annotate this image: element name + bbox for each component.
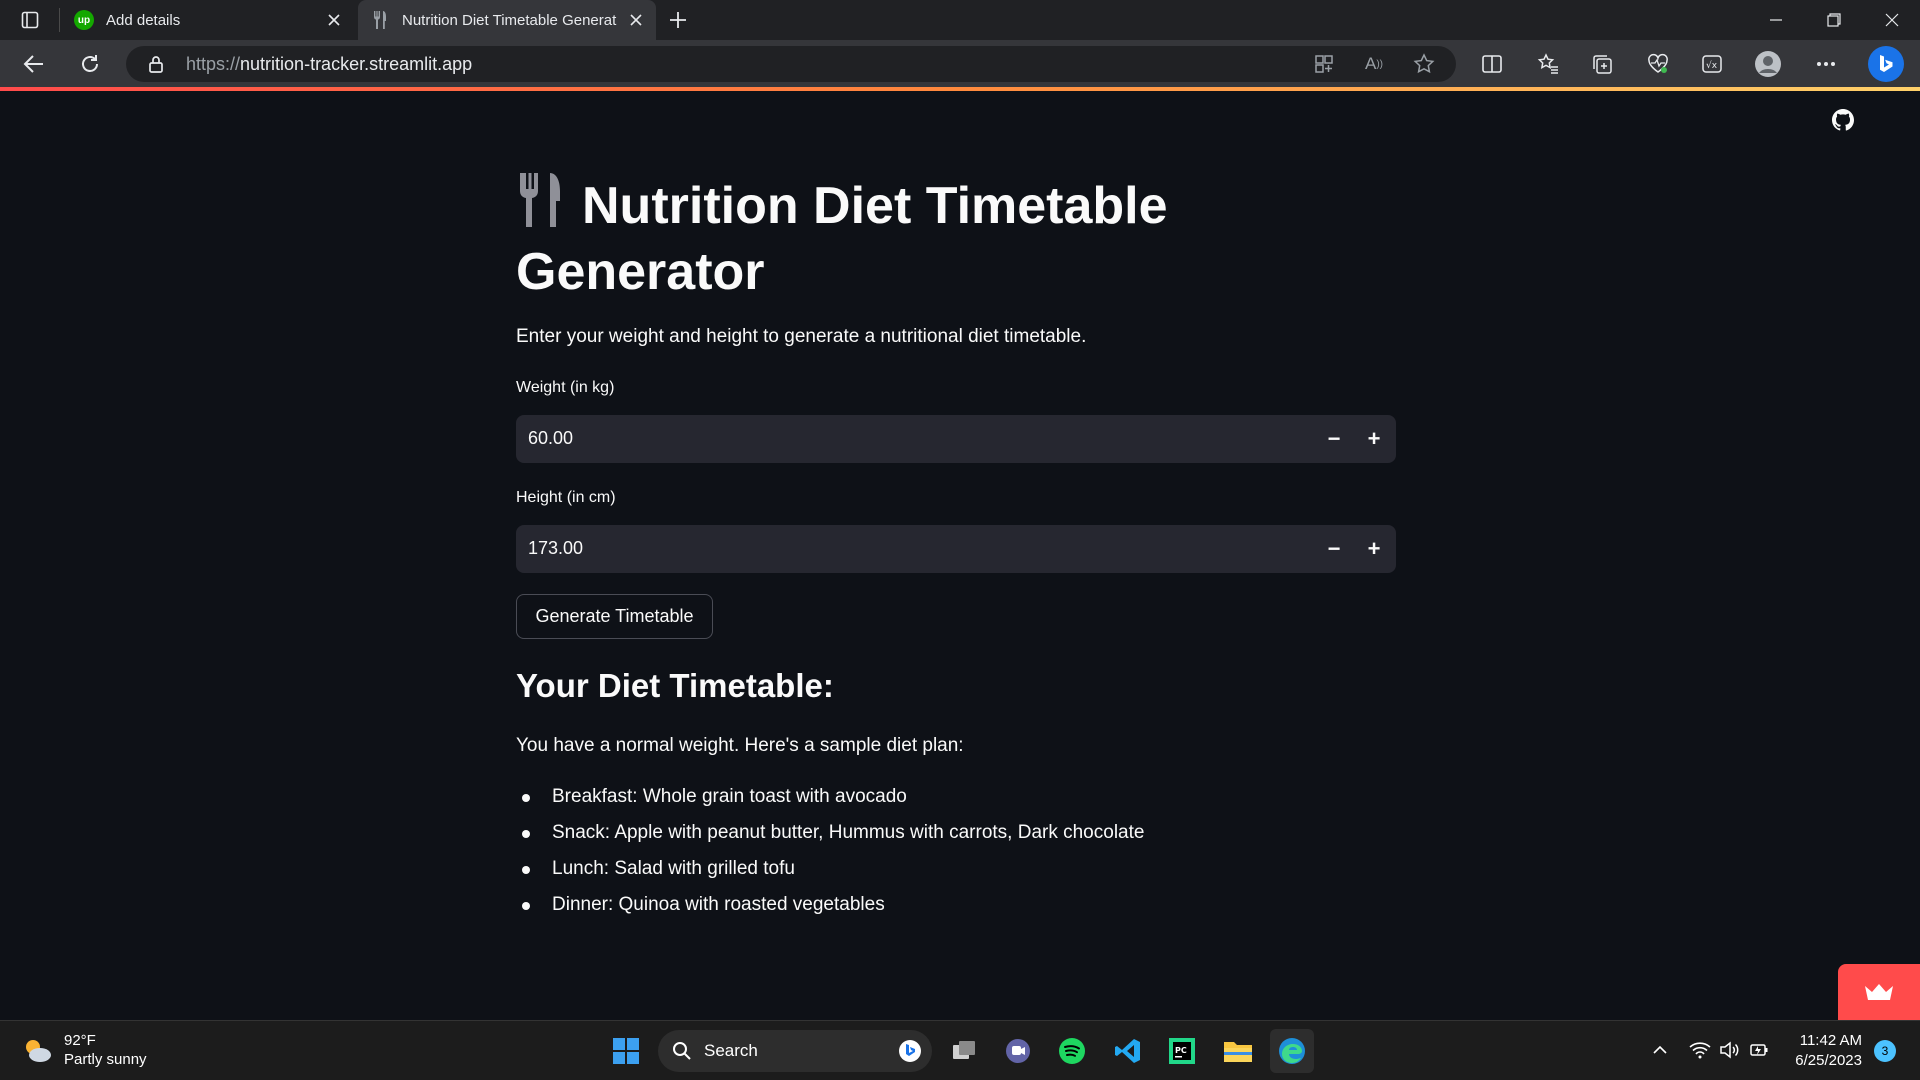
- page-title-text: Nutrition Diet Timetable Generator: [516, 177, 1168, 301]
- bullet: [522, 794, 530, 802]
- close-icon[interactable]: [320, 6, 348, 34]
- fork-knife-icon: [370, 10, 390, 30]
- height-label: Height (in cm): [516, 489, 616, 506]
- bullet: [522, 830, 530, 838]
- clock-time: 11:42 AM: [1799, 1032, 1862, 1049]
- weight-increment-button[interactable]: +: [1354, 415, 1394, 463]
- back-button[interactable]: [18, 48, 50, 80]
- page-title: Nutrition Diet Timetable Generator: [516, 171, 1276, 305]
- address-toolbar: https://nutrition-tracker.streamlit.app …: [0, 40, 1920, 88]
- fork-knife-icon: [516, 171, 572, 229]
- profile-avatar-icon[interactable]: [1754, 50, 1782, 78]
- weight-value[interactable]: 60.00: [528, 428, 573, 449]
- task-view-icon[interactable]: [942, 1029, 986, 1073]
- read-aloud-icon[interactable]: A)): [1362, 52, 1386, 76]
- list-item: Snack: Apple with peanut butter, Hummus …: [516, 821, 1144, 857]
- github-icon[interactable]: [1832, 109, 1855, 131]
- weight-label: Weight (in kg): [516, 379, 615, 396]
- tab-add-details[interactable]: up Add details: [62, 0, 354, 40]
- svg-text:PC: PC: [1175, 1046, 1187, 1055]
- result-heading: Your Diet Timetable:: [516, 667, 834, 704]
- weather-widget[interactable]: 92°F Partly sunny: [20, 1031, 147, 1069]
- tab-separator: [59, 8, 60, 32]
- search-icon: [672, 1041, 692, 1061]
- meal-list: Breakfast: Whole grain toast with avocad…: [516, 785, 1144, 929]
- weight-input[interactable]: 60.00 − +: [516, 415, 1396, 463]
- volume-icon[interactable]: [1716, 1036, 1744, 1064]
- spotify-icon[interactable]: [1050, 1029, 1094, 1073]
- tab-title: Add details: [106, 11, 181, 29]
- taskbar-search[interactable]: Search: [658, 1030, 932, 1072]
- bing-icon[interactable]: [898, 1039, 922, 1063]
- more-options-icon[interactable]: [1812, 50, 1840, 78]
- streamlit-app: Nutrition Diet Timetable Generator Enter…: [0, 91, 1920, 1020]
- app-available-icon[interactable]: [1312, 52, 1336, 76]
- math-solver-icon[interactable]: √x: [1698, 50, 1726, 78]
- collections-icon[interactable]: [1588, 50, 1616, 78]
- list-item: Lunch: Salad with grilled tofu: [516, 857, 1144, 893]
- generate-timetable-button[interactable]: Generate Timetable: [516, 594, 713, 639]
- url-bar[interactable]: https://nutrition-tracker.streamlit.app …: [126, 46, 1456, 82]
- search-placeholder: Search: [704, 1041, 758, 1060]
- list-item: Dinner: Quinoa with roasted vegetables: [516, 893, 1144, 929]
- new-tab-button[interactable]: [664, 6, 692, 34]
- windows-taskbar: 92°F Partly sunny Search PC 11:42 AM 6/2…: [0, 1020, 1920, 1080]
- meal-text: Dinner: Quinoa with roasted vegetables: [552, 894, 885, 915]
- meal-text: Snack: Apple with peanut butter, Hummus …: [552, 822, 1145, 843]
- bullet: [522, 866, 530, 874]
- clock-date: 6/25/2023: [1795, 1052, 1862, 1069]
- favorites-icon[interactable]: [1534, 50, 1562, 78]
- streamlit-crown-icon[interactable]: [1838, 964, 1920, 1020]
- list-item: Breakfast: Whole grain toast with avocad…: [516, 785, 1144, 821]
- tab-title: Nutrition Diet Timetable Generat: [402, 11, 617, 29]
- refresh-button[interactable]: [74, 48, 106, 80]
- browser-tab-bar: up Add details Nutrition Diet Timetable …: [0, 0, 1920, 40]
- height-increment-button[interactable]: +: [1354, 525, 1394, 573]
- teams-chat-icon[interactable]: [996, 1029, 1040, 1073]
- partly-sunny-icon: [20, 1033, 54, 1067]
- height-input[interactable]: 173.00 − +: [516, 525, 1396, 573]
- restore-button[interactable]: [1806, 0, 1862, 40]
- intro-text: Enter your weight and height to generate…: [516, 326, 1087, 347]
- pycharm-icon[interactable]: PC: [1160, 1029, 1204, 1073]
- browser-essentials-icon[interactable]: [1644, 50, 1672, 78]
- meal-text: Lunch: Salad with grilled tofu: [552, 858, 795, 879]
- tab-nutrition[interactable]: Nutrition Diet Timetable Generat: [358, 0, 656, 40]
- split-screen-icon[interactable]: [1478, 50, 1506, 78]
- wifi-icon[interactable]: [1686, 1036, 1714, 1064]
- start-button[interactable]: [604, 1029, 648, 1073]
- url-text[interactable]: https://nutrition-tracker.streamlit.app: [186, 54, 472, 75]
- bing-chat-icon[interactable]: [1868, 46, 1904, 82]
- weight-decrement-button[interactable]: −: [1314, 415, 1354, 463]
- svg-text:√x: √x: [1706, 60, 1718, 71]
- meal-text: Breakfast: Whole grain toast with avocad…: [552, 786, 907, 807]
- tab-actions-icon[interactable]: [14, 8, 46, 32]
- weather-description: Partly sunny: [64, 1051, 147, 1068]
- notification-badge[interactable]: 3: [1874, 1040, 1896, 1062]
- lock-icon[interactable]: [146, 54, 166, 74]
- favorite-star-icon[interactable]: [1412, 52, 1436, 76]
- upwork-icon: up: [74, 10, 94, 30]
- close-icon[interactable]: [622, 6, 650, 34]
- system-clock[interactable]: 11:42 AM 6/25/2023: [1786, 1031, 1862, 1071]
- result-summary: You have a normal weight. Here's a sampl…: [516, 735, 964, 756]
- height-decrement-button[interactable]: −: [1314, 525, 1354, 573]
- file-explorer-icon[interactable]: [1216, 1029, 1260, 1073]
- vscode-icon[interactable]: [1106, 1029, 1150, 1073]
- minimize-button[interactable]: [1748, 0, 1804, 40]
- weather-temperature: 92°F: [64, 1032, 96, 1049]
- show-hidden-icons-icon[interactable]: [1646, 1036, 1674, 1064]
- window-close-button[interactable]: [1864, 0, 1920, 40]
- height-value[interactable]: 173.00: [528, 538, 583, 559]
- edge-browser-icon[interactable]: [1270, 1029, 1314, 1073]
- battery-icon[interactable]: [1746, 1036, 1774, 1064]
- bullet: [522, 902, 530, 910]
